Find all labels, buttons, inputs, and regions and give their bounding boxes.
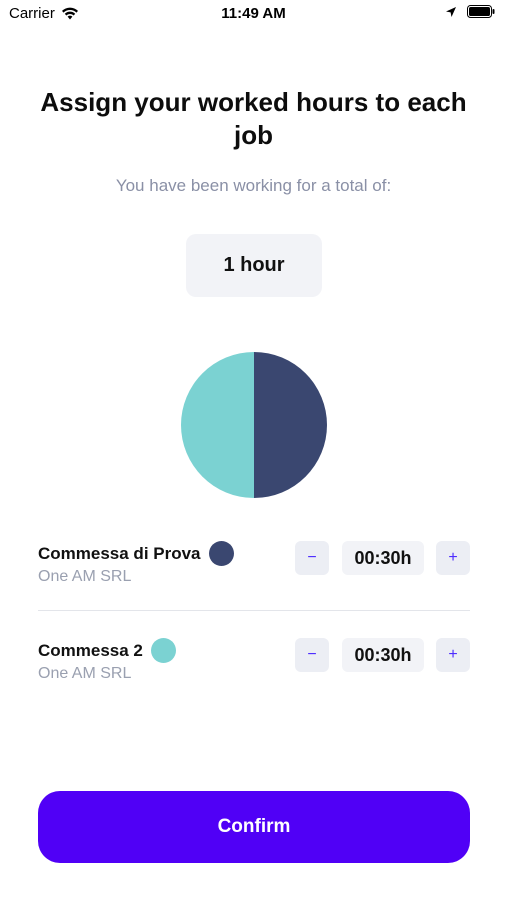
increase-hours-button[interactable]: + <box>436 638 470 672</box>
page-title: Assign your worked hours to each job <box>40 87 467 150</box>
increase-hours-button[interactable]: + <box>436 541 470 575</box>
status-right <box>445 5 495 18</box>
total-hours-value: 1 hour <box>223 254 285 276</box>
job-name: Commessa di Prova <box>38 543 201 563</box>
job-company: One AM SRL <box>38 568 132 585</box>
battery-icon <box>467 5 495 18</box>
hours-value: 00:30h <box>342 541 424 575</box>
pie-slice-1 <box>254 352 327 498</box>
status-time: 11:49 AM <box>221 5 286 22</box>
total-subtitle: You have been working for a total of: <box>115 176 392 195</box>
job-company: One AM SRL <box>38 665 132 682</box>
job-divider <box>38 610 470 611</box>
job-name-line: Commessa di Prova <box>38 541 234 566</box>
job-name: Commessa 2 <box>38 640 143 660</box>
hours-pie-chart <box>181 352 327 498</box>
pie-slice-2 <box>181 352 254 498</box>
location-arrow-icon <box>446 6 456 17</box>
hours-assignment-screen: Carrier 11:49 AM Assign your worked hour… <box>0 0 507 900</box>
job-color-dot <box>208 541 234 566</box>
decrease-hours-button[interactable]: − <box>295 541 329 575</box>
job-name-line: Commessa 2 <box>38 638 176 663</box>
hours-value: 00:30h <box>342 638 424 672</box>
decrease-hours-button[interactable]: − <box>295 638 329 672</box>
job-color-dot <box>150 638 176 663</box>
status-bar: Carrier 11:49 AM <box>0 0 507 28</box>
job-row: Commessa di Prova One AM SRL − 00:30h + <box>38 541 470 601</box>
job-row: Commessa 2 One AM SRL − 00:30h + <box>38 638 470 698</box>
total-hours-box: 1 hour <box>186 234 322 297</box>
confirm-button[interactable]: Confirm <box>38 791 470 863</box>
